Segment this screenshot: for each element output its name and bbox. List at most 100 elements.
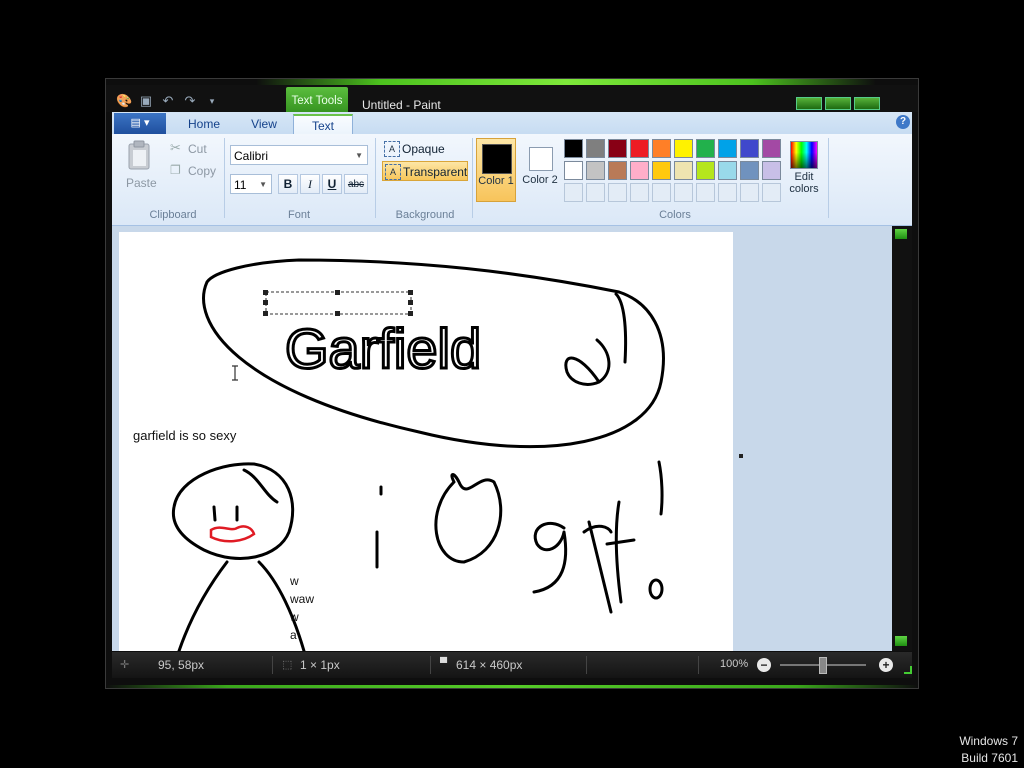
paint-app-icon[interactable]: 🎨 bbox=[116, 93, 132, 109]
cursor-position-icon: ✛ bbox=[120, 659, 130, 671]
scroll-up-button[interactable] bbox=[895, 229, 907, 239]
canvas-resize-handle[interactable] bbox=[739, 454, 743, 458]
zoom-level: 100% bbox=[720, 658, 749, 670]
custom-color-slot[interactable] bbox=[608, 183, 627, 202]
text-box-selection[interactable] bbox=[265, 291, 412, 315]
maximize-button[interactable] bbox=[825, 97, 851, 110]
font-family-select[interactable]: Calibri ▼ bbox=[230, 145, 368, 165]
separator bbox=[375, 138, 376, 218]
palette-swatch[interactable] bbox=[740, 161, 759, 180]
face-eyes bbox=[212, 505, 239, 522]
scissors-icon: ✂ bbox=[170, 140, 181, 155]
zoom-in-button[interactable]: + bbox=[879, 658, 893, 672]
palette-swatch[interactable] bbox=[630, 161, 649, 180]
underline-button[interactable]: U bbox=[322, 174, 342, 194]
custom-color-slot[interactable] bbox=[630, 183, 649, 202]
color1-button[interactable]: Color 1 bbox=[476, 138, 516, 202]
exclaim-dot bbox=[648, 578, 664, 600]
scroll-down-button[interactable] bbox=[895, 636, 907, 646]
palette-swatch[interactable] bbox=[718, 139, 737, 158]
image-size: 614 × 460px bbox=[456, 658, 523, 672]
custom-color-slot[interactable] bbox=[652, 183, 671, 202]
face-hair bbox=[242, 468, 279, 504]
undo-icon[interactable]: ↶ bbox=[160, 93, 176, 109]
drawing-canvas[interactable]: Garfield garfield is so sexy w waw w a bbox=[119, 232, 733, 651]
palette-swatch[interactable] bbox=[608, 139, 627, 158]
tab-text[interactable]: Text bbox=[293, 114, 353, 136]
chevron-down-icon: ▼ bbox=[355, 151, 363, 160]
minimize-button[interactable] bbox=[796, 97, 822, 110]
palette-swatch[interactable] bbox=[696, 139, 715, 158]
os-watermark-line2: Build 7601 bbox=[961, 751, 1018, 765]
opaque-button[interactable]: A Opaque bbox=[382, 139, 468, 159]
tab-view[interactable]: View bbox=[236, 114, 292, 134]
paint-window: 🎨 ▣ ↶ ↷ ▾ Text Tools Untitled - Paint ▤ … bbox=[106, 79, 918, 688]
transparent-label: Transparent bbox=[403, 165, 468, 179]
palette-swatch[interactable] bbox=[586, 139, 605, 158]
palette-swatch[interactable] bbox=[674, 139, 693, 158]
status-bar: ✛ 95, 58px ⬚ 1 × 1px ▀ 614 × 460px 100% … bbox=[112, 652, 912, 678]
exclaim-2 bbox=[657, 460, 664, 516]
caption-text: garfield is so sexy bbox=[133, 428, 237, 443]
side-text-2: waw bbox=[289, 592, 314, 606]
side-text-3: w bbox=[289, 610, 299, 624]
drawing-strokes: Garfield garfield is so sexy w waw w a bbox=[133, 258, 665, 651]
edit-colors-button[interactable]: Edit colors bbox=[788, 138, 820, 202]
paste-button[interactable]: Paste bbox=[126, 176, 157, 190]
palette-swatch[interactable] bbox=[740, 139, 759, 158]
palette-swatch[interactable] bbox=[696, 161, 715, 180]
resize-grip-icon[interactable] bbox=[904, 666, 912, 674]
os-watermark-line1: Windows 7 bbox=[959, 734, 1018, 748]
font-size-select[interactable]: 11 ▼ bbox=[230, 174, 272, 194]
close-button[interactable] bbox=[854, 97, 880, 110]
color2-button[interactable]: Color 2 bbox=[520, 138, 560, 202]
copy-button[interactable]: Copy bbox=[188, 164, 216, 178]
palette-swatch[interactable] bbox=[674, 161, 693, 180]
palette-swatch[interactable] bbox=[564, 139, 583, 158]
window-title: Untitled - Paint bbox=[362, 98, 441, 112]
vertical-scrollbar[interactable] bbox=[892, 226, 912, 651]
palette-swatch[interactable] bbox=[564, 161, 583, 180]
custom-color-slot[interactable] bbox=[586, 183, 605, 202]
palette-swatch[interactable] bbox=[718, 161, 737, 180]
custom-color-slot[interactable] bbox=[564, 183, 583, 202]
customize-qat-icon[interactable]: ▾ bbox=[204, 96, 220, 107]
window-bottom-glow bbox=[106, 685, 918, 688]
zoom-slider-thumb[interactable] bbox=[819, 657, 827, 674]
custom-color-slot[interactable] bbox=[696, 183, 715, 202]
palette-swatch[interactable] bbox=[762, 139, 781, 158]
help-icon[interactable]: ? bbox=[896, 115, 910, 129]
quick-access-toolbar: 🎨 ▣ ↶ ↷ ▾ bbox=[116, 91, 220, 111]
color2-label: Color 2 bbox=[522, 174, 558, 186]
tab-home[interactable]: Home bbox=[172, 114, 236, 134]
colors-group-label: Colors bbox=[659, 209, 691, 221]
palette-swatch[interactable] bbox=[630, 139, 649, 158]
palette-swatch[interactable] bbox=[608, 161, 627, 180]
save-icon[interactable]: ▣ bbox=[138, 93, 154, 109]
cursor-position: 95, 58px bbox=[158, 658, 205, 672]
custom-color-slot[interactable] bbox=[674, 183, 693, 202]
palette-swatch[interactable] bbox=[652, 139, 671, 158]
transparent-button[interactable]: A Transparent bbox=[382, 161, 468, 181]
canvas-workspace: Garfield garfield is so sexy w waw w a bbox=[112, 226, 892, 651]
custom-color-slot[interactable] bbox=[740, 183, 759, 202]
palette-swatch[interactable] bbox=[762, 161, 781, 180]
font-group-label: Font bbox=[287, 209, 310, 221]
redo-icon[interactable]: ↷ bbox=[182, 93, 198, 109]
paste-icon[interactable] bbox=[126, 140, 152, 170]
strikethrough-button[interactable]: abc bbox=[344, 174, 368, 194]
custom-color-slot[interactable] bbox=[718, 183, 737, 202]
exclaim-stroke bbox=[614, 292, 628, 364]
app-menu-button[interactable]: ▤ ▾ bbox=[114, 113, 166, 134]
italic-button[interactable]: I bbox=[300, 174, 320, 194]
cut-button[interactable]: Cut bbox=[188, 142, 207, 156]
opaque-icon: A bbox=[384, 141, 400, 157]
palette-swatch[interactable] bbox=[652, 161, 671, 180]
heart-big bbox=[434, 473, 503, 564]
font-size-value: 11 bbox=[234, 178, 247, 192]
custom-color-slot[interactable] bbox=[762, 183, 781, 202]
palette-swatch[interactable] bbox=[586, 161, 605, 180]
bold-button[interactable]: B bbox=[278, 174, 298, 194]
heart-small bbox=[564, 338, 611, 386]
zoom-out-button[interactable]: − bbox=[757, 658, 771, 672]
